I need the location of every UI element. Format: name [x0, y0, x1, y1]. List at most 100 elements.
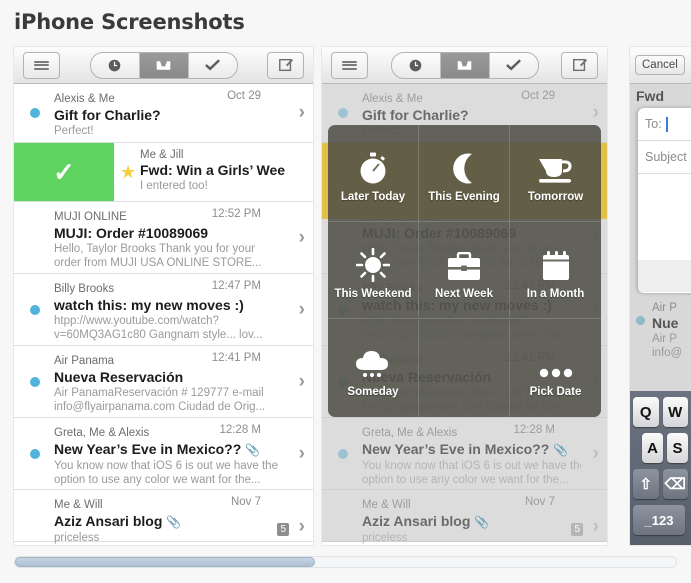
onscreen-keyboard[interactable]: Q W A S ⇧ ⌫ _123 [630, 391, 691, 545]
to-field[interactable]: To: [638, 108, 691, 141]
key-s[interactable]: S [667, 433, 688, 463]
message-preview: Perfect! [54, 125, 94, 137]
message-preview: Hello, Taylor Brooks Thank you for your [54, 243, 255, 255]
snooze-option-label: Tomorrow [527, 191, 584, 203]
attachment-icon: 📎 [166, 515, 182, 529]
check-icon [506, 59, 521, 71]
compose-button[interactable] [267, 51, 304, 79]
snooze-option-this-weekend[interactable]: This Weekend [328, 222, 419, 320]
attachment-icon: 📎 [245, 443, 261, 457]
key-w[interactable]: W [662, 397, 688, 427]
hamburger-icon [342, 60, 357, 63]
unread-dot [338, 448, 348, 459]
list-item[interactable]: Greta, Me & Alexis 12:28 M New Year’s Ev… [322, 418, 607, 490]
snooze-menu[interactable]: Later Today This Evening Tomorrow This W… [328, 125, 601, 417]
snooze-option-label: This Evening [428, 191, 500, 203]
compose-body-field[interactable] [638, 174, 691, 260]
check-icon [205, 59, 220, 71]
menu-button[interactable] [331, 51, 368, 79]
message-time: Oct 29 [521, 90, 555, 102]
message-sender: Air Panama [54, 355, 115, 367]
cloud-icon [354, 338, 392, 380]
list-item-body[interactable]: ★ Me & Jill Fwd: Win a Girls’ Wee I ente… [114, 143, 313, 201]
scrollbar-thumb[interactable] [15, 557, 315, 567]
inbox-toolbar [14, 47, 313, 84]
chevron-right-icon: › [298, 370, 305, 392]
snooze-option-someday[interactable]: Someday [328, 319, 419, 417]
message-subject: Nue [652, 315, 679, 331]
message-sender: Me & Will [362, 499, 411, 511]
shift-icon[interactable]: ⇧ [633, 469, 659, 499]
list-item[interactable]: Me & Will Nov 7 Aziz Ansari blog 📎 price… [14, 490, 313, 544]
keyboard-row-2: A S [630, 427, 691, 463]
list-item-swiped[interactable]: ✓ ★ Me & Jill Fwd: Win a Girls’ Wee I en… [14, 143, 313, 202]
unread-dot [30, 108, 40, 118]
message-time: 12:28 M [513, 424, 555, 436]
tab-inbox[interactable] [139, 52, 189, 78]
tab-archive[interactable] [490, 53, 538, 78]
tab-snoozed[interactable] [91, 52, 140, 78]
message-time: 12:47 PM [211, 280, 261, 292]
segmented-control[interactable] [390, 51, 539, 79]
message-sender: Greta, Me & Alexis [54, 427, 150, 439]
compose-button[interactable] [561, 51, 598, 79]
star-icon: ★ [120, 162, 137, 182]
phone-panel-inbox: Alexis & Me Oct 29 Gift for Charlie? Per… [14, 47, 313, 545]
key-q[interactable]: Q [633, 397, 659, 427]
message-preview: You know now that iOS 6 is out we have t… [54, 460, 278, 472]
key-a[interactable]: A [642, 433, 663, 463]
list-item[interactable]: MUJI ONLINE 12:52 PM MUJI: Order #100890… [14, 202, 313, 274]
chevron-right-icon: › [592, 515, 599, 537]
message-sender: Me & Will [54, 499, 103, 511]
ellipsis-icon [537, 338, 575, 380]
message-preview: You know now that iOS 6 is out we have t… [362, 460, 581, 472]
compose-background: Fwd Air P Nue Air P info@ Q W A S ⇧ ⌫ _1… [630, 84, 691, 545]
message-time: 12:28 M [219, 424, 261, 436]
tab-archive[interactable] [189, 53, 237, 78]
inbox-list[interactable]: Alexis & Me Oct 29 Gift for Charlie? Per… [14, 84, 313, 544]
list-item[interactable]: Billy Brooks 12:47 PM watch this: my new… [14, 274, 313, 346]
cancel-button[interactable]: Cancel [635, 55, 685, 75]
snooze-option-this-evening[interactable]: This Evening [419, 125, 510, 222]
message-sender: Me & Jill [140, 149, 184, 161]
compose-sheet[interactable]: To: Subject [638, 108, 691, 293]
chevron-right-icon: › [592, 442, 599, 464]
clock-icon [108, 59, 121, 71]
tab-snoozed[interactable] [392, 52, 441, 78]
chevron-right-icon: › [298, 442, 305, 464]
horizontal-scrollbar[interactable] [14, 556, 677, 568]
list-item[interactable]: Me & Will Nov 7 Aziz Ansari blog 📎 price… [322, 490, 607, 544]
ghost-subject: Fwd [636, 88, 664, 104]
snooze-option-tomorrow[interactable]: Tomorrow [510, 125, 601, 222]
unread-dot [30, 448, 40, 459]
numeric-key[interactable]: _123 [633, 505, 685, 535]
snooze-option-next-week[interactable]: Next Week [419, 222, 510, 320]
segmented-control[interactable] [89, 51, 238, 79]
ghost-list: Air P Nue Air P info@ [630, 298, 691, 364]
message-subject: New Year’s Eve in Mexico?? [362, 441, 550, 457]
snooze-option-label: In a Month [526, 288, 585, 301]
message-preview-line2: info@ [652, 347, 683, 359]
menu-button[interactable] [23, 51, 60, 79]
message-preview-line2: v=60MQ3AG1c80 Gangnam style... lov... [54, 329, 263, 341]
snooze-option-later-today[interactable]: Later Today [328, 125, 419, 222]
snooze-option-label: Next Week [435, 288, 493, 301]
page-title: iPhone Screenshots [14, 10, 245, 34]
swipe-action-archive[interactable]: ✓ [14, 143, 114, 201]
list-item[interactable]: Air Panama 12:41 PM Nueva Reservación Ai… [14, 346, 313, 418]
snooze-option-label: Pick Date [529, 386, 582, 399]
snooze-option-pick-date[interactable]: Pick Date [510, 320, 601, 417]
tab-inbox[interactable] [440, 52, 490, 78]
moon-icon [448, 143, 480, 185]
phone-panel-compose: Cancel Fwd Air P Nue Air P info@ Q W A S… [630, 47, 691, 545]
list-item[interactable]: Greta, Me & Alexis 12:28 M New Year’s Ev… [14, 418, 313, 490]
unread-dot [338, 108, 348, 118]
list-item[interactable]: Air P Nue Air P info@ [630, 298, 691, 364]
compose-icon [572, 58, 587, 72]
subject-field[interactable]: Subject [638, 141, 691, 174]
snooze-option-in-a-month[interactable]: In a Month [510, 222, 601, 320]
backspace-icon[interactable]: ⌫ [662, 469, 688, 499]
attachment-icon: 📎 [553, 443, 569, 457]
screenshot-stage: iPhone Screenshots Alexis & Me Oct 29 Gi… [0, 0, 691, 583]
list-item[interactable]: Alexis & Me Oct 29 Gift for Charlie? Per… [14, 84, 313, 143]
